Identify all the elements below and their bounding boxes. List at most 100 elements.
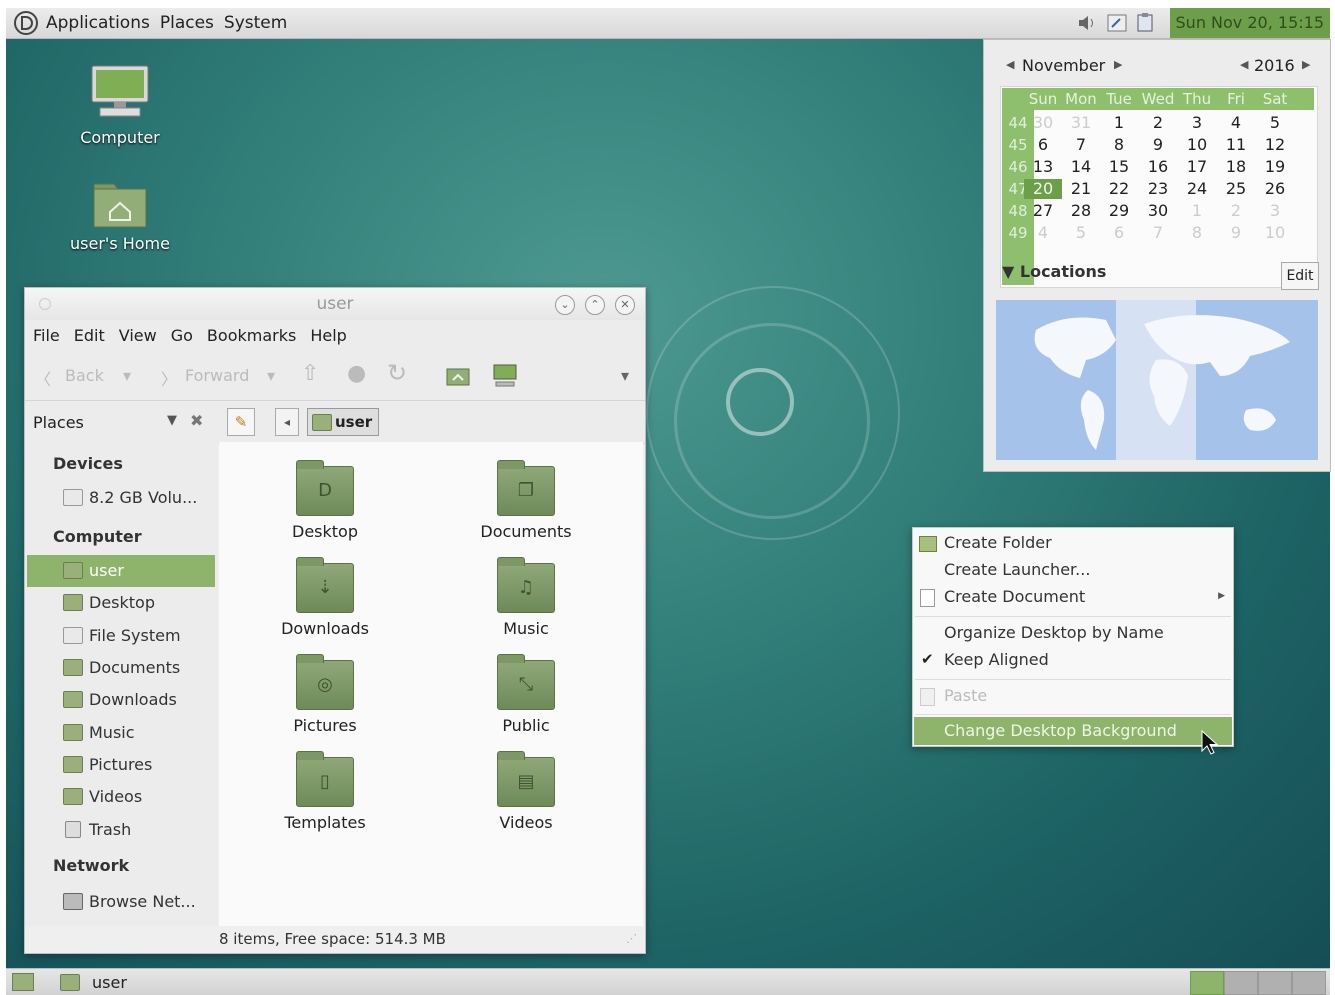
calendar-day[interactable]: 2 xyxy=(1217,201,1255,221)
calendar-day[interactable]: 2 xyxy=(1139,113,1177,133)
calendar-day[interactable]: 30 xyxy=(1024,113,1062,133)
menu-go[interactable]: Go xyxy=(171,326,193,345)
menu-item-change-background[interactable]: Change Desktop Background xyxy=(914,717,1232,745)
sidebar-item-trash[interactable]: Trash xyxy=(63,820,131,839)
folder-item-templates[interactable]: ▯ Templates xyxy=(235,751,415,832)
calendar-day[interactable]: 1 xyxy=(1100,113,1138,133)
sidebar-item-file-system[interactable]: File System xyxy=(63,626,181,645)
calendar-day[interactable]: 6 xyxy=(1024,135,1062,155)
calendar-day[interactable]: 7 xyxy=(1139,223,1177,243)
menu-item-create-document[interactable]: Create Document xyxy=(944,587,1085,606)
forward-arrow-icon[interactable]: 〉 xyxy=(161,366,177,390)
workspace-2[interactable] xyxy=(1224,971,1258,995)
stop-icon[interactable]: ● xyxy=(347,361,366,386)
close-icon[interactable]: ✕ xyxy=(615,295,635,315)
sidebar-item-videos[interactable]: Videos xyxy=(63,787,142,806)
calendar-day[interactable]: 10 xyxy=(1256,223,1294,243)
folder-item-downloads[interactable]: ⇣ Downloads xyxy=(235,557,415,638)
calendar-day[interactable]: 9 xyxy=(1217,223,1255,243)
places-menu[interactable]: Places xyxy=(160,13,214,33)
calendar-day[interactable]: 11 xyxy=(1217,135,1255,155)
clock[interactable]: Sun Nov 20, 15:15 xyxy=(1169,8,1330,38)
calendar-day[interactable]: 1 xyxy=(1178,201,1216,221)
menu-file[interactable]: File xyxy=(33,326,60,345)
forward-button[interactable]: Forward xyxy=(185,366,249,385)
calendar-day[interactable]: 15 xyxy=(1100,157,1138,177)
window-titlebar[interactable]: user ⌄ ⌃ ✕ xyxy=(25,288,645,320)
file-view[interactable]: D Desktop ❐ Documents ⇣ Downloads ♫ Musi… xyxy=(219,442,643,926)
calendar-day[interactable]: 26 xyxy=(1256,179,1294,199)
taskbar-item-user[interactable]: user xyxy=(54,970,304,994)
side-pane-dropdown-icon[interactable]: ▼ xyxy=(167,413,177,428)
calendar-day[interactable]: 22 xyxy=(1100,179,1138,199)
back-button[interactable]: Back xyxy=(65,366,104,385)
sidebar-item-desktop[interactable]: Desktop xyxy=(63,593,155,612)
workspace-3[interactable] xyxy=(1258,971,1292,995)
calendar-day[interactable]: 27 xyxy=(1024,201,1062,221)
calendar-day[interactable]: 17 xyxy=(1178,157,1216,177)
workspace-4[interactable] xyxy=(1292,971,1326,995)
sidebar-item-pictures[interactable]: Pictures xyxy=(63,755,152,774)
menu-bookmarks[interactable]: Bookmarks xyxy=(207,326,296,345)
maximize-icon[interactable]: ⌃ xyxy=(585,295,605,315)
home-icon[interactable] xyxy=(445,365,471,387)
back-dropdown-icon[interactable]: ▾ xyxy=(123,366,131,385)
applications-menu[interactable]: Applications xyxy=(46,13,150,33)
path-button-user[interactable]: user xyxy=(307,408,380,436)
calendar-day[interactable]: 7 xyxy=(1062,135,1100,155)
folder-item-desktop[interactable]: D Desktop xyxy=(235,460,415,541)
folder-item-public[interactable]: ⤡ Public xyxy=(436,654,616,735)
reload-icon[interactable]: ↻ xyxy=(387,359,407,387)
calendar-day[interactable]: 14 xyxy=(1062,157,1100,177)
calendar-day[interactable]: 5 xyxy=(1062,223,1100,243)
computer-icon[interactable] xyxy=(491,363,519,389)
calendar-day[interactable]: 8 xyxy=(1100,135,1138,155)
sidebar-item-documents[interactable]: Documents xyxy=(63,658,180,677)
calendar-day[interactable]: 12 xyxy=(1256,135,1294,155)
prev-month-icon[interactable]: ◀ xyxy=(1006,58,1014,71)
calendar-day[interactable]: 25 xyxy=(1217,179,1255,199)
sidebar-item-user[interactable]: user xyxy=(63,561,124,580)
resize-grip-icon[interactable]: ⋰ xyxy=(626,926,637,952)
show-desktop-icon[interactable] xyxy=(12,973,34,991)
toolbar-overflow-icon[interactable]: ▾ xyxy=(621,366,629,385)
calendar-day[interactable]: 8 xyxy=(1178,223,1216,243)
locations-expander[interactable]: ▼ Locations xyxy=(1002,262,1106,281)
calendar-day[interactable]: 9 xyxy=(1139,135,1177,155)
forward-dropdown-icon[interactable]: ▾ xyxy=(267,366,275,385)
volume-icon[interactable] xyxy=(1076,13,1098,33)
calendar-day[interactable]: 20 xyxy=(1024,179,1062,199)
edit-location-icon[interactable]: ✎ xyxy=(227,408,255,436)
minimize-icon[interactable]: ⌄ xyxy=(555,295,575,315)
edit-locations-button[interactable]: Edit xyxy=(1281,262,1319,290)
calendar-day[interactable]: 10 xyxy=(1178,135,1216,155)
calendar-day[interactable]: 31 xyxy=(1062,113,1100,133)
prev-year-icon[interactable]: ◀ xyxy=(1240,58,1248,71)
menu-item-organize-desktop[interactable]: Organize Desktop by Name xyxy=(944,623,1164,642)
calendar-day[interactable]: 23 xyxy=(1139,179,1177,199)
sidebar-item-browse-network[interactable]: Browse Net... xyxy=(63,892,196,911)
calendar-day[interactable]: 30 xyxy=(1139,201,1177,221)
calendar-day[interactable]: 19 xyxy=(1256,157,1294,177)
calendar-day[interactable]: 3 xyxy=(1256,201,1294,221)
workspace-1[interactable] xyxy=(1190,971,1224,995)
calendar-day[interactable]: 29 xyxy=(1100,201,1138,221)
debian-logo-icon[interactable] xyxy=(12,10,40,36)
calendar-day[interactable]: 3 xyxy=(1178,113,1216,133)
folder-item-music[interactable]: ♫ Music xyxy=(436,557,616,638)
sidebar-item-volume[interactable]: 8.2 GB Volu... xyxy=(63,488,197,507)
menu-view[interactable]: View xyxy=(119,326,157,345)
calendar-day[interactable]: 28 xyxy=(1062,201,1100,221)
menu-item-paste[interactable]: Paste xyxy=(944,686,987,705)
calendar-day[interactable]: 5 xyxy=(1256,113,1294,133)
clipboard-icon[interactable] xyxy=(1134,13,1156,33)
next-year-icon[interactable]: ▶ xyxy=(1302,58,1310,71)
folder-item-documents[interactable]: ❐ Documents xyxy=(436,460,616,541)
computer-desktop-icon[interactable]: Computer xyxy=(60,64,180,147)
menu-edit[interactable]: Edit xyxy=(74,326,105,345)
menu-help[interactable]: Help xyxy=(310,326,346,345)
side-pane-close-icon[interactable]: ✖ xyxy=(190,411,203,430)
path-left-arrow-icon[interactable]: ◂ xyxy=(275,408,299,436)
menu-item-keep-aligned[interactable]: Keep Aligned xyxy=(944,650,1049,669)
sidebar-item-music[interactable]: Music xyxy=(63,723,135,742)
